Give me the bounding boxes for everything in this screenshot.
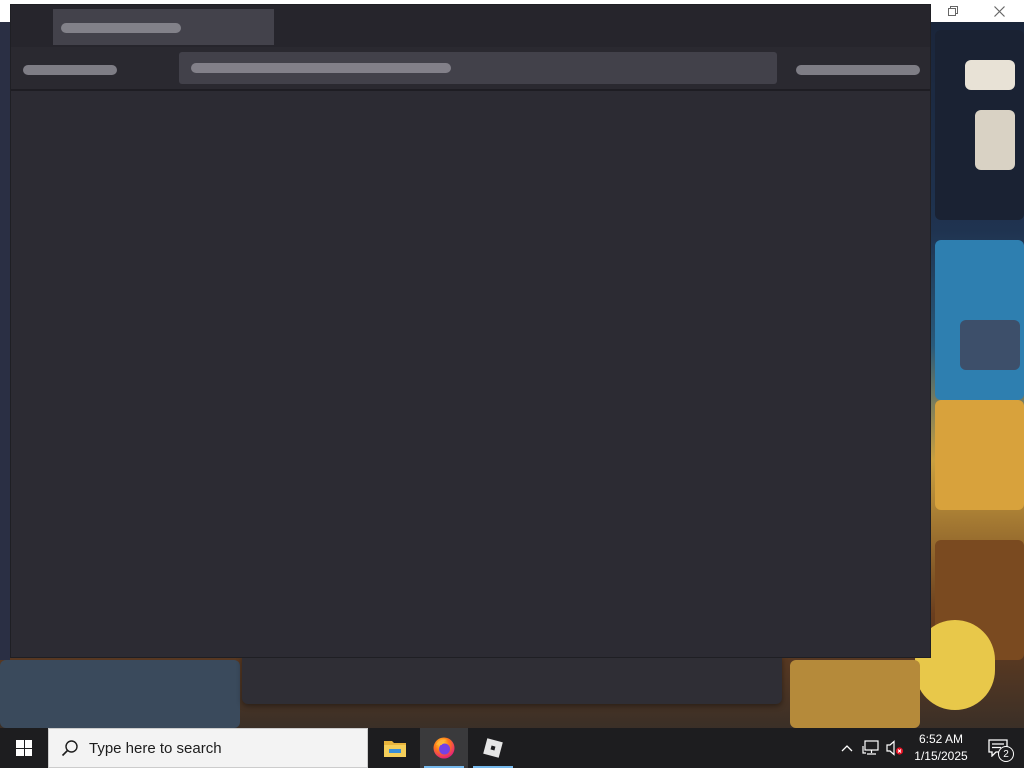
volume-muted-icon xyxy=(886,740,904,756)
loading-browser-window xyxy=(10,4,931,658)
taskbar-search-box[interactable]: Type here to search xyxy=(48,728,368,768)
search-placeholder: Type here to search xyxy=(89,739,222,757)
address-placeholder xyxy=(191,63,451,73)
wallpaper-art xyxy=(0,20,10,660)
clock-date: 1/15/2025 xyxy=(914,749,968,763)
toolbar-actions-placeholder xyxy=(796,65,920,75)
restore-button[interactable] xyxy=(930,0,976,22)
wallpaper-art xyxy=(960,320,1020,370)
restore-icon xyxy=(948,6,958,16)
wallpaper-art xyxy=(975,110,1015,170)
taskbar: Type here to search 6:52 AM 1/15/2025 2 xyxy=(0,728,1024,768)
windows-logo-icon xyxy=(16,740,32,756)
taskbar-firefox[interactable] xyxy=(420,728,468,768)
window-toolbar xyxy=(11,47,930,91)
close-icon xyxy=(993,5,1005,17)
volume-button[interactable] xyxy=(884,728,906,768)
clock-time: 6:52 AM xyxy=(918,732,964,746)
firefox-icon xyxy=(433,737,455,759)
page-content-area xyxy=(11,91,930,657)
chevron-up-icon xyxy=(841,745,853,752)
close-button[interactable] xyxy=(976,0,1022,22)
taskbar-roblox[interactable] xyxy=(469,728,517,768)
wallpaper-art xyxy=(935,400,1024,510)
show-hidden-icons-button[interactable] xyxy=(836,728,858,768)
wallpaper-art xyxy=(965,60,1015,90)
network-icon xyxy=(862,740,879,755)
search-icon xyxy=(61,740,78,757)
background-dialog-panel xyxy=(242,656,782,704)
system-clock[interactable]: 6:52 AM 1/15/2025 xyxy=(906,728,976,768)
file-explorer-icon xyxy=(384,741,406,757)
action-center-button[interactable]: 2 xyxy=(978,728,1018,768)
network-button[interactable] xyxy=(859,728,883,768)
browser-tab[interactable] xyxy=(53,9,274,45)
address-bar[interactable] xyxy=(179,52,777,84)
tab-title-placeholder xyxy=(61,23,181,33)
wallpaper-art xyxy=(790,660,920,728)
window-titlebar xyxy=(11,5,930,47)
roblox-icon xyxy=(483,738,503,758)
wallpaper-art xyxy=(0,660,240,728)
notification-count-badge: 2 xyxy=(998,746,1014,762)
start-button[interactable] xyxy=(0,728,48,768)
taskbar-file-explorer[interactable] xyxy=(371,728,419,768)
nav-buttons-placeholder xyxy=(23,65,117,75)
